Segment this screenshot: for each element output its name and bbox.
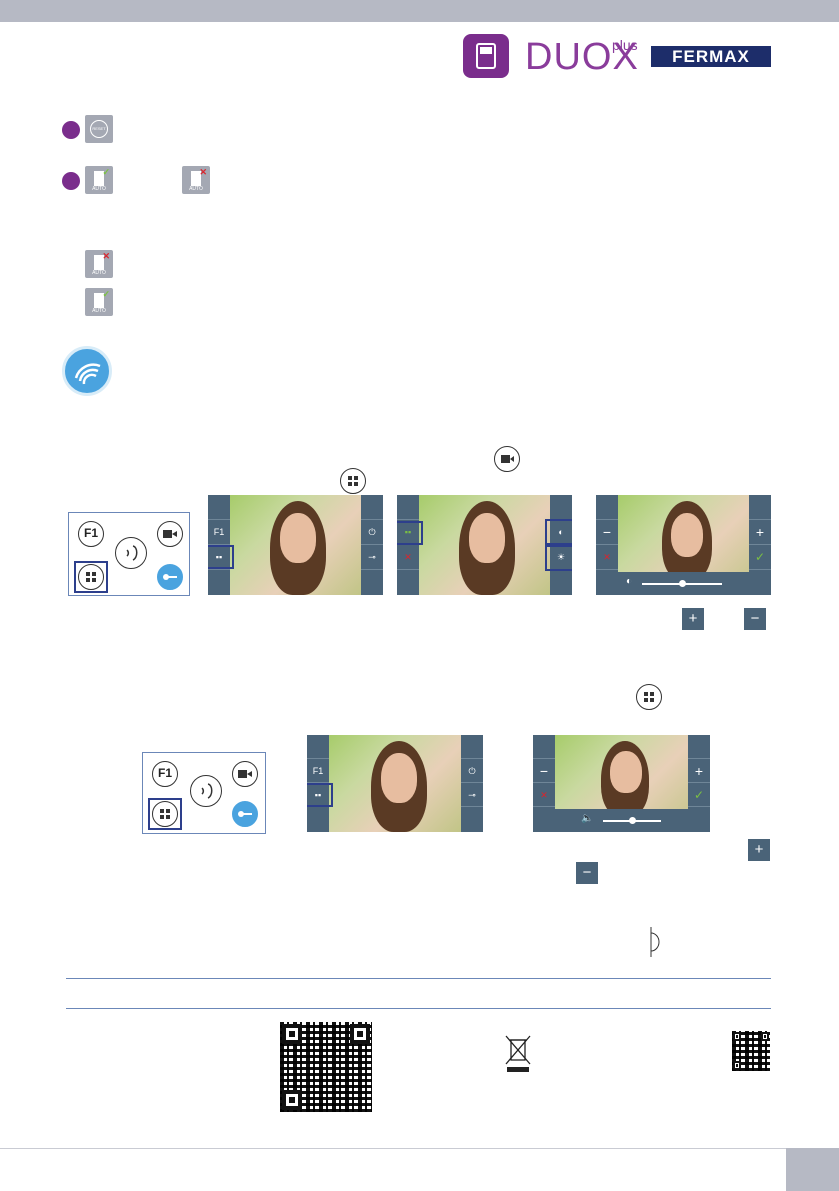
monitor-screen-1: F1 ▪▪ ⏻ ⊸ [208,495,383,595]
top-bar [0,0,839,22]
step-1-bullet [62,121,80,139]
brightness-highlight [545,545,572,571]
camera-icon [494,446,520,472]
plus-softkey[interactable]: + [749,520,771,545]
reset-icon-label: RESET [90,120,108,138]
contrast-slider-bar[interactable]: ◐ [618,572,749,595]
key-softkey[interactable]: ⊸ [361,545,383,570]
volume-icon: 🔈 [581,813,594,824]
monitor-screen-5: − ✕ + ✓ 🔈 [533,735,710,832]
contrast-highlight [545,519,572,545]
qr-code-small [732,1031,770,1071]
reset-icon: RESET [85,115,113,143]
door-key-button[interactable] [157,564,183,590]
auto-door-off-icon: ✕ AUTO [182,166,210,194]
contrast-icon: ◐ [626,576,633,587]
camera-button[interactable] [157,521,183,547]
monitor-screen-4: F1 ▪▪ ⏻ ⊸ [307,735,483,832]
page-number-box [786,1148,839,1191]
divider [66,978,771,979]
f1-softkey[interactable]: F1 [208,520,230,545]
qr-code [280,1022,372,1112]
weee-bin-icon [504,1034,532,1074]
auto-door-on-icon: ✓ AUTO [85,288,113,316]
volume-knob[interactable] [629,817,636,824]
half-circle-icon [650,927,660,957]
menu-softkey-highlight [208,545,234,569]
menu-button[interactable] [78,564,104,590]
product-suffix: plus [612,37,638,53]
minus-button-icon: − [576,862,598,884]
keypad-panel: F1 [142,752,266,834]
plus-button-icon: + [682,608,704,630]
f1-softkey[interactable]: F1 [307,759,329,783]
plus-softkey[interactable]: + [688,759,710,783]
plus-button-icon: + [748,839,770,861]
company-logo: FERMAX [651,46,771,67]
confirm-softkey[interactable]: ✓ [749,545,771,570]
power-softkey[interactable]: ⏻ [361,520,383,545]
menu-softkey-highlight [397,521,423,545]
auto-door-off-icon: ✕ AUTO [85,250,113,278]
right-sidebar: + ✓ [688,735,710,832]
menu-grid-icon [636,684,662,710]
close-softkey[interactable]: ✕ [596,545,618,570]
menu-softkey-highlight [307,783,333,807]
right-sidebar: ⏻ ⊸ [461,735,483,832]
minus-softkey[interactable]: − [533,759,555,783]
menu-button[interactable] [152,801,178,827]
confirm-softkey[interactable]: ✓ [688,783,710,807]
contrast-knob[interactable] [679,580,686,587]
power-softkey[interactable]: ⏻ [461,759,483,783]
right-sidebar: + ✓ [749,495,771,595]
f1-button[interactable]: F1 [152,761,178,787]
right-sidebar: ⏻ ⊸ [361,495,383,595]
left-sidebar: ▪▪ ✕ [397,495,419,595]
key-softkey[interactable]: ⊸ [461,783,483,807]
minus-softkey[interactable]: − [596,520,618,545]
close-softkey[interactable]: ✕ [397,545,419,570]
talk-button[interactable] [190,775,222,807]
minus-button-icon: − [744,608,766,630]
auto-door-on-icon: ✓ AUTO [85,166,113,194]
footer-line [0,1148,839,1149]
monitor-logo-icon [463,34,509,78]
talk-button[interactable] [115,537,147,569]
monitor-screen-3: − ✕ + ✓ ◐ [596,495,771,595]
keypad-panel: F1 [68,512,190,596]
left-sidebar: − ✕ [596,495,618,595]
monitor-screen-2: ▪▪ ✕ ◐ ☀ [397,495,572,595]
close-softkey[interactable]: ✕ [533,783,555,807]
f1-button[interactable]: F1 [78,521,104,547]
door-key-button[interactable] [232,801,258,827]
volume-slider-bar[interactable]: 🔈 [555,809,688,832]
divider [66,1008,771,1009]
left-sidebar: − ✕ [533,735,555,832]
step-2-bullet [62,172,80,190]
wifi-icon [62,346,112,396]
menu-grid-icon [340,468,366,494]
camera-button[interactable] [232,761,258,787]
